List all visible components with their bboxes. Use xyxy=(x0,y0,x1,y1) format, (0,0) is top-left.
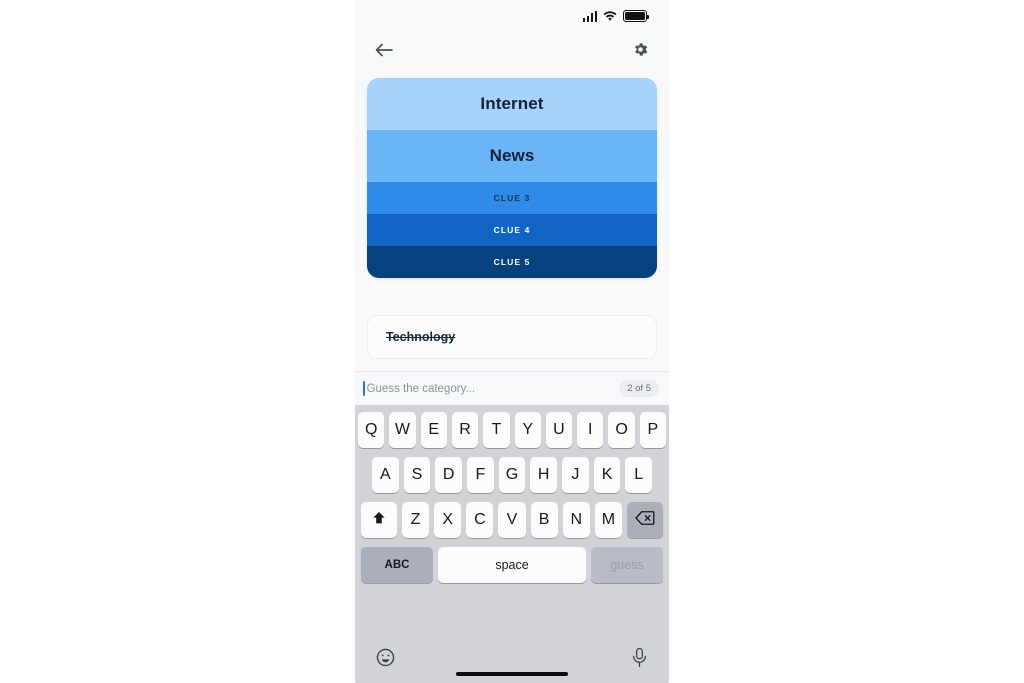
key-h[interactable]: H xyxy=(530,457,558,493)
key-f[interactable]: F xyxy=(467,457,494,493)
battery-full-icon xyxy=(623,10,649,22)
nav-bar xyxy=(355,32,669,72)
clue-label-5: CLUE 5 xyxy=(493,257,531,267)
clue-label-3: CLUE 3 xyxy=(493,193,531,203)
key-i[interactable]: I xyxy=(577,412,604,448)
space-key[interactable]: space xyxy=(438,547,586,583)
previous-guess-card: Technology xyxy=(367,315,657,359)
key-a[interactable]: A xyxy=(371,457,399,493)
key-e[interactable]: E xyxy=(420,412,447,448)
key-d[interactable]: D xyxy=(435,457,462,493)
clue-row-4[interactable]: CLUE 4 xyxy=(367,214,657,246)
key-t[interactable]: T xyxy=(483,412,510,448)
keyboard-bottom-bar xyxy=(355,637,669,683)
clue-label-1: Internet xyxy=(480,94,544,113)
key-o[interactable]: O xyxy=(608,412,635,448)
key-s[interactable]: S xyxy=(403,457,431,493)
keyboard-row-4: ABC space guess xyxy=(358,547,666,583)
wrong-guess-text: Technology xyxy=(386,330,456,344)
text-caret xyxy=(363,381,365,396)
key-l[interactable]: L xyxy=(625,457,653,493)
on-screen-keyboard: Q W E R T Y U I O P A S D F G H J K L Z … xyxy=(355,405,669,637)
settings-button[interactable] xyxy=(626,38,654,66)
abc-key[interactable]: ABC xyxy=(361,547,433,583)
back-button[interactable] xyxy=(370,38,398,66)
key-z[interactable]: Z xyxy=(402,502,430,538)
key-x[interactable]: X xyxy=(434,502,462,538)
screenshot-root: Internet News CLUE 3 CLUE 4 CLUE 5 Techn… xyxy=(0,0,1024,683)
key-m[interactable]: M xyxy=(594,502,622,538)
clue-label-2: News xyxy=(489,146,535,165)
main-content: Internet News CLUE 3 CLUE 4 CLUE 5 Techn… xyxy=(355,72,669,371)
clue-row-1[interactable]: Internet xyxy=(367,78,657,130)
home-indicator xyxy=(456,672,568,676)
status-icon-group xyxy=(582,10,649,22)
guess-input-row[interactable]: Guess the category... 2 of 5 xyxy=(355,371,669,405)
shift-key[interactable] xyxy=(361,502,397,538)
key-r[interactable]: R xyxy=(451,412,479,448)
guess-input-placeholder: Guess the category... xyxy=(366,382,476,395)
key-u[interactable]: U xyxy=(545,412,573,448)
shift-icon xyxy=(371,510,387,531)
key-c[interactable]: C xyxy=(466,502,494,538)
phone-frame: Internet News CLUE 3 CLUE 4 CLUE 5 Techn… xyxy=(355,0,669,683)
cellular-signal-icon xyxy=(582,10,597,22)
gear-icon xyxy=(632,41,649,63)
key-j[interactable]: J xyxy=(562,457,589,493)
key-y[interactable]: Y xyxy=(514,412,541,448)
key-k[interactable]: K xyxy=(593,457,621,493)
status-bar xyxy=(355,0,669,32)
keyboard-row-3: Z X C V B N M xyxy=(358,502,666,538)
clue-row-2[interactable]: News xyxy=(367,130,657,182)
clue-row-3[interactable]: CLUE 3 xyxy=(367,182,657,214)
key-w[interactable]: W xyxy=(389,412,416,448)
key-g[interactable]: G xyxy=(498,457,526,493)
backspace-icon xyxy=(635,510,655,531)
keyboard-row-2: A S D F G H J K L xyxy=(358,457,666,493)
guess-key[interactable]: guess xyxy=(591,547,663,583)
backspace-key[interactable] xyxy=(626,502,663,538)
clue-stack: Internet News CLUE 3 CLUE 4 CLUE 5 xyxy=(367,78,657,278)
key-q[interactable]: Q xyxy=(358,412,385,448)
back-arrow-icon xyxy=(374,42,394,63)
key-p[interactable]: P xyxy=(639,412,666,448)
key-n[interactable]: N xyxy=(562,502,590,538)
clue-label-4: CLUE 4 xyxy=(493,225,531,235)
key-v[interactable]: V xyxy=(498,502,526,538)
guess-counter-badge: 2 of 5 xyxy=(619,380,659,397)
microphone-icon[interactable] xyxy=(630,647,649,673)
key-b[interactable]: B xyxy=(530,502,558,538)
guess-input-field[interactable]: Guess the category... xyxy=(363,381,475,396)
clue-row-5[interactable]: CLUE 5 xyxy=(367,246,657,278)
wifi-icon xyxy=(603,10,617,22)
keyboard-row-1: Q W E R T Y U I O P xyxy=(358,412,666,448)
emoji-smiley-icon[interactable] xyxy=(375,647,396,673)
